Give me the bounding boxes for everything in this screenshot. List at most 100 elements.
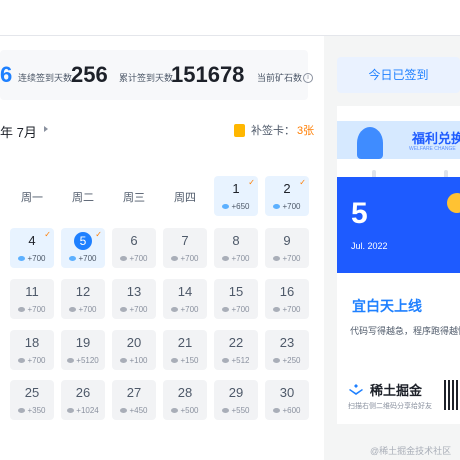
calendar-day[interactable]: 11 +700 — [10, 279, 54, 319]
streak-days-value: 6 — [0, 62, 13, 87]
day-number: 7 — [181, 233, 189, 248]
ore-coin-icon — [171, 358, 179, 364]
ore-coin-icon — [67, 358, 75, 364]
reward-row: +700 — [265, 305, 309, 314]
calendar-day[interactable]: 25 +350 — [10, 380, 54, 420]
reward-row: +512 — [214, 356, 258, 365]
checkin-page: 6 连续签到天数 256 累计签到天数 151678 当前矿石数 i 年 7月 … — [0, 0, 460, 460]
ball-icon — [447, 193, 460, 213]
checked-in-button[interactable]: 今日已签到 — [337, 57, 460, 93]
ore-coin-icon — [273, 256, 281, 262]
calendar-day[interactable]: 27 +450 — [112, 380, 156, 420]
ore-reward: +5120 — [76, 356, 99, 365]
reward-row: +600 — [265, 406, 309, 415]
calendar-day[interactable]: 1 +650 ✓ — [214, 176, 258, 216]
ore-reward: +700 — [180, 254, 199, 263]
checkin-panel: 6 连续签到天数 256 累计签到天数 151678 当前矿石数 i 年 7月 … — [0, 36, 324, 460]
reward-row: +700 — [214, 254, 258, 263]
ore-reward: +700 — [282, 305, 301, 314]
ore-reward: +512 — [231, 356, 250, 365]
calendar-day[interactable]: 6 +700 — [112, 228, 156, 268]
reward-row: +1024 — [61, 406, 105, 415]
ore-coin-icon — [120, 408, 128, 414]
makeup-card-info[interactable]: 补签卡： 3张 — [234, 122, 314, 138]
weekday-label: 周四 — [174, 192, 196, 204]
day-number: 12 — [75, 284, 91, 299]
day-number: 16 — [279, 284, 295, 299]
calendar-day[interactable]: 15 +700 — [214, 279, 258, 319]
juejin-logo-icon — [349, 383, 363, 395]
calendar-day[interactable]: 4 +700 ✓ — [10, 228, 54, 268]
reward-row: +700 — [214, 305, 258, 314]
calendar-day[interactable]: 8 +700 — [214, 228, 258, 268]
calendar-day[interactable]: 2 +700 ✓ — [265, 176, 309, 216]
day-number: 25 — [24, 385, 40, 400]
calendar-day[interactable]: 20 +100 — [112, 330, 156, 370]
calendar-day[interactable]: 16 +700 — [265, 279, 309, 319]
ore-coin-icon — [18, 358, 26, 364]
ore-reward: +650 — [231, 202, 250, 211]
ore-reward: +700 — [180, 305, 199, 314]
ore-coin-icon — [222, 256, 230, 262]
ore-reward: +500 — [180, 406, 199, 415]
calendar-day[interactable]: 23 +250 — [265, 330, 309, 370]
ore-reward: +550 — [231, 406, 250, 415]
ore-coin-icon — [273, 408, 281, 414]
day-number: 15 — [228, 284, 244, 299]
calendar-day[interactable]: 30 +600 — [265, 380, 309, 420]
calendar-day[interactable]: 9 +700 — [265, 228, 309, 268]
weekday-label: 周二 — [72, 192, 94, 204]
reward-row: +700 — [163, 305, 207, 314]
makeup-card-icon — [234, 123, 245, 137]
ore-coin-icon — [273, 307, 281, 313]
calendar-day[interactable]: 19 +5120 — [61, 330, 105, 370]
reward-row: +250 — [265, 356, 309, 365]
today-marker: 5 — [74, 232, 92, 250]
ore-reward: +700 — [129, 305, 148, 314]
ore-reward: +700 — [27, 254, 46, 263]
info-icon[interactable]: i — [303, 73, 313, 83]
ore-coin-icon — [222, 204, 230, 210]
calendar-day[interactable]: 29 +550 — [214, 380, 258, 420]
ore-reward: +1024 — [76, 406, 99, 415]
calendar-day[interactable]: 22 +512 — [214, 330, 258, 370]
welfare-banner[interactable]: 福利兑换 WELFARE CHANGE — [337, 121, 460, 159]
day-number: 13 — [126, 284, 142, 299]
ore-coin-icon — [69, 256, 77, 262]
mascot-icon — [357, 127, 383, 159]
calendar-day[interactable]: 13 +700 — [112, 279, 156, 319]
ore-coin-icon — [222, 358, 230, 364]
ore-coin-icon — [171, 307, 179, 313]
calendar-day[interactable]: 28 +500 — [163, 380, 207, 420]
calendar-day[interactable]: 26 +1024 — [61, 380, 105, 420]
reward-row: +150 — [163, 356, 207, 365]
top-bar — [0, 0, 460, 36]
calendar-day[interactable]: 7 +700 — [163, 228, 207, 268]
day-number: 20 — [126, 335, 142, 350]
reward-row: +700 — [112, 305, 156, 314]
calendar-day[interactable]: 5 +700 ✓ — [61, 228, 105, 268]
ore-reward: +700 — [231, 254, 250, 263]
brand-name: 稀土掘金 — [370, 383, 423, 398]
day-number: 9 — [283, 233, 291, 248]
calendar-day[interactable]: 12 +700 — [61, 279, 105, 319]
ore-coin-icon — [18, 408, 26, 414]
reward-row: +700 — [265, 254, 309, 263]
reward-row: +700 — [61, 305, 105, 314]
reward-row: +650 — [214, 202, 258, 211]
calendar-day[interactable]: 18 +700 — [10, 330, 54, 370]
calendar-day[interactable]: 21 +150 — [163, 330, 207, 370]
ore-reward: +450 — [129, 406, 148, 415]
reward-row: +700 — [61, 254, 105, 263]
reward-row: +550 — [214, 406, 258, 415]
day-number: 18 — [24, 335, 40, 350]
day-number: 11 — [25, 284, 39, 299]
ore-coin-icon — [18, 307, 26, 313]
calendar-day[interactable]: 14 +700 — [163, 279, 207, 319]
date-card-day: 5 — [351, 197, 368, 230]
ore-reward: +700 — [282, 254, 301, 263]
total-days-value: 256 — [71, 62, 108, 87]
chevron-right-icon[interactable] — [42, 123, 50, 135]
reward-row: +700 — [265, 202, 309, 211]
ore-reward: +600 — [282, 406, 301, 415]
